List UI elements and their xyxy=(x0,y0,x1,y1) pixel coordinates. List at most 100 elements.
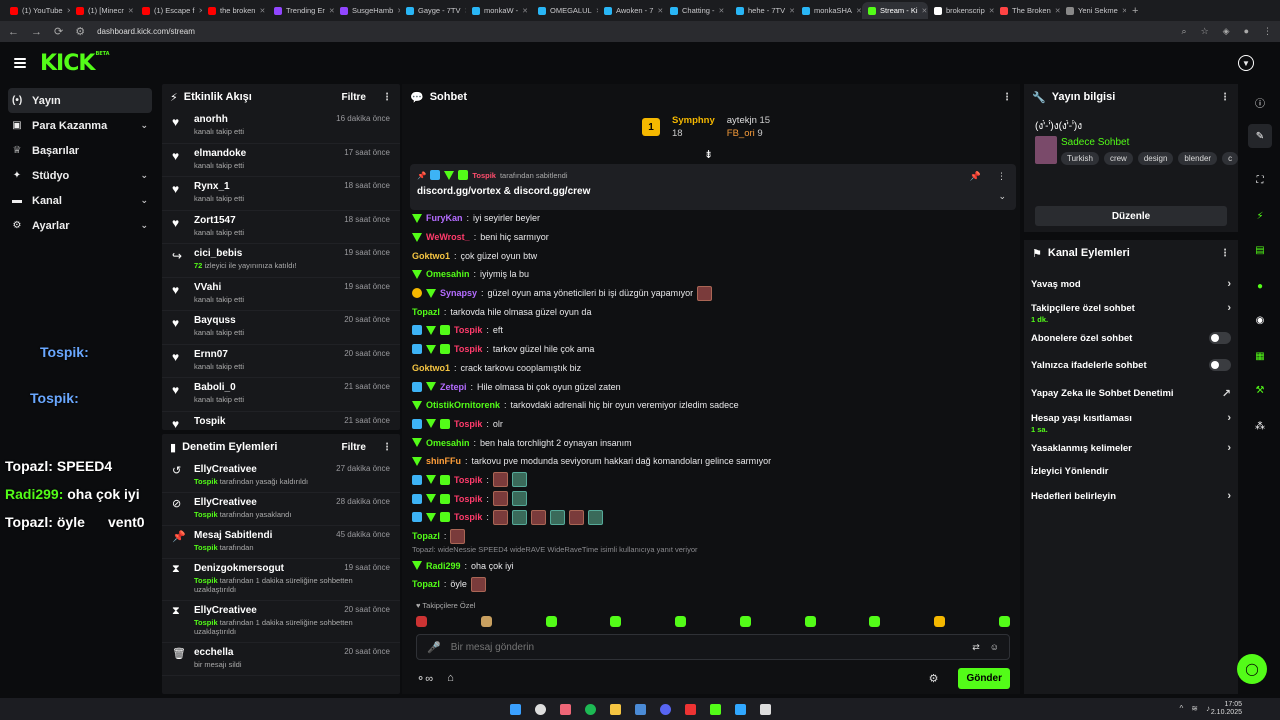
chat-message[interactable]: Tospik: xyxy=(412,489,1012,508)
chat-message[interactable]: Goktwo1: crack tarkovu cooplamıştık biz xyxy=(412,359,1012,378)
chat-message[interactable]: Synapsy: güzel oyun ama yöneticileri bi i… xyxy=(412,284,1012,303)
channel-actions-more-icon[interactable]: ⋮ xyxy=(1220,248,1230,259)
reload-icon[interactable]: ⟳ xyxy=(54,25,63,38)
moderation-target[interactable]: EllyCreativee xyxy=(194,605,257,616)
activity-username[interactable]: Zort1547 xyxy=(194,215,334,226)
activity-item[interactable]: ♥ Baboli_0 kanalı takip etti 21 saat önce xyxy=(162,378,400,412)
new-tab-icon[interactable]: + xyxy=(1132,5,1138,17)
chat-message[interactable]: Tospik: xyxy=(412,471,1012,490)
kick-k-icon[interactable]: ▼ xyxy=(1238,55,1254,71)
toggle-switch[interactable] xyxy=(1209,359,1231,371)
microphone-icon[interactable]: 🎤 xyxy=(427,641,441,654)
browser-tab[interactable]: Stream - Ki ✕ xyxy=(862,2,928,19)
profile-icon[interactable]: ● xyxy=(1244,26,1249,37)
moderation-target[interactable]: Mesaj Sabitlendi xyxy=(194,530,272,541)
stream-category[interactable]: Sadece Sohbet xyxy=(1061,137,1129,148)
channel-action[interactable]: Yavaş mod › xyxy=(1031,278,1231,290)
close-icon[interactable]: ✕ xyxy=(522,7,528,15)
chat-message[interactable]: Zetepi: Hile olmasa bi çok oyun güzel zat… xyxy=(412,377,1012,396)
moderation-filter-button[interactable]: Filtre xyxy=(342,442,366,453)
chat-message[interactable]: Tospik: eft xyxy=(412,321,1012,340)
quick-emote-icon[interactable] xyxy=(416,616,427,627)
extension-icon[interactable]: ◈ xyxy=(1223,26,1230,37)
moderation-actor[interactable]: Tospik xyxy=(194,543,218,552)
quick-emote-icon[interactable] xyxy=(610,616,622,627)
chat-username[interactable]: Tospik xyxy=(454,475,482,485)
moderation-more-icon[interactable]: ⋮ xyxy=(382,442,392,453)
app-icon[interactable] xyxy=(559,703,571,715)
kick-logo[interactable]: KICKBETA xyxy=(40,51,110,76)
chat-message[interactable]: Tospik: olr xyxy=(412,415,1012,434)
url-field[interactable]: dashboard.kick.com/stream xyxy=(97,27,195,36)
channel-action[interactable]: Hesap yaşı kısıtlaması 1 sa. › xyxy=(1031,412,1231,434)
channel-action[interactable]: İzleyici Yönlendir xyxy=(1031,466,1231,477)
close-icon[interactable]: ✕ xyxy=(719,7,725,15)
channel-action[interactable]: Hedefleri belirleyin › xyxy=(1031,490,1231,502)
channel-action[interactable]: Yapay Zeka ile Sohbet Denetimi ↗ xyxy=(1031,387,1231,400)
quick-emote-icon[interactable] xyxy=(998,616,1010,627)
browser-tab[interactable]: Yeni Sekme ✕ xyxy=(1060,2,1126,19)
start-icon[interactable] xyxy=(509,703,521,715)
hamburger-menu-icon[interactable] xyxy=(14,56,26,70)
activity-item[interactable]: ♥ Bayquss kanalı takip etti 20 saat önce xyxy=(162,311,400,345)
quick-emote-icon[interactable] xyxy=(739,616,751,627)
browser-tab[interactable]: brokenscrip ✕ xyxy=(928,2,994,19)
edit-button[interactable]: Düzenle xyxy=(1035,206,1227,226)
activity-item[interactable]: ♥ Zort1547 kanalı takip etti 18 saat önce xyxy=(162,211,400,244)
activity-item[interactable]: ♥ Ernn07 kanalı takip etti 20 saat önce xyxy=(162,345,400,378)
chat-username[interactable]: Goktwo1 xyxy=(412,251,450,261)
forward-icon[interactable]: → xyxy=(31,26,42,38)
chat-message[interactable]: OtistikOrnitorenk: tarkovdaki adrenali hi… xyxy=(412,396,1012,415)
discord-icon[interactable] xyxy=(659,703,671,715)
stream-tag[interactable]: blender xyxy=(1178,152,1218,165)
edit-pencil-icon[interactable]: ✎ xyxy=(1248,124,1272,148)
focus-icon[interactable]: ⛶ xyxy=(1248,168,1272,192)
tools-icon[interactable]: ⚒ xyxy=(1248,378,1272,402)
moderation-target[interactable]: Denizgokmersogut xyxy=(194,563,284,574)
browser-tab[interactable]: hehe - 7TV ✕ xyxy=(730,2,796,19)
browser-tab[interactable]: Chatting - ✕ xyxy=(664,2,730,19)
activity-username[interactable]: cici_bebis xyxy=(194,248,334,259)
folder-icon[interactable] xyxy=(609,703,621,715)
app-icon[interactable] xyxy=(634,703,646,715)
clock[interactable]: 17:05 2.10.2025 xyxy=(1211,701,1242,717)
info-icon[interactable]: ⓘ xyxy=(1248,90,1272,114)
chat-message[interactable]: Tospik: tarkov güzel hile çok ama xyxy=(412,340,1012,359)
browser-tab[interactable]: (1) YouTube ✕ xyxy=(4,2,70,19)
close-icon[interactable]: ✕ xyxy=(128,7,134,15)
volume-icon[interactable]: ♪ xyxy=(1206,704,1210,713)
back-icon[interactable]: ← xyxy=(8,26,19,38)
sidebar-item[interactable]: ♕ Başarılar xyxy=(8,138,152,163)
browser-tab[interactable]: (1) Escape f ✕ xyxy=(136,2,202,19)
moderation-actor[interactable]: Tospik xyxy=(194,477,218,486)
chat-input[interactable] xyxy=(450,641,963,653)
activity-item[interactable]: ♥ Rynx_1 kanalı takip etti 18 saat önce xyxy=(162,177,400,211)
chat-more-icon[interactable]: ⋮ xyxy=(1002,92,1012,103)
app-icon[interactable] xyxy=(709,703,721,715)
close-icon[interactable]: ✕ xyxy=(1122,7,1126,15)
browser-tab[interactable]: Awoken - 7 ✕ xyxy=(598,2,664,19)
close-icon[interactable]: ✕ xyxy=(657,7,663,15)
chat-message[interactable]: Topazl: xyxy=(412,527,1012,546)
activity-filter-button[interactable]: Filtre xyxy=(342,92,366,103)
moderation-item[interactable]: ↺ EllyCreativee 27 dakika önce Tospik taraf… xyxy=(162,460,400,493)
chat-message[interactable]: WeWrost_: beni hiç sarmıyor xyxy=(412,228,1012,247)
activity-username[interactable]: Bayquss xyxy=(194,315,334,326)
close-icon[interactable]: ✕ xyxy=(856,7,862,15)
stream-tag[interactable]: c xyxy=(1222,152,1239,165)
expand-chevron-icon[interactable]: ⌄ xyxy=(998,191,1006,202)
moderation-item[interactable]: ⊘ EllyCreativee 28 dakika önce Tospik taraf… xyxy=(162,493,400,526)
moderation-item[interactable]: 📌 Mesaj Sabitlendi 45 dakika önce Tospik ta… xyxy=(162,526,400,559)
activity-item[interactable]: ♥ elmandoke kanalı takip etti 17 saat önce xyxy=(162,144,400,177)
chevron-up-icon[interactable]: ^ xyxy=(1180,704,1184,713)
chat-message[interactable]: Omesahin: iyiymiş la bu xyxy=(412,265,1012,284)
unpin-icon[interactable]: 📌 xyxy=(970,171,981,182)
moderation-actor[interactable]: Tospik xyxy=(194,510,218,519)
chat-message[interactable]: Topazl: öyle xyxy=(412,575,1012,594)
broadcast-icon[interactable]: ◉ xyxy=(1248,308,1272,332)
sidebar-item[interactable]: ▣ Para Kazanma ⌄ xyxy=(8,113,152,138)
wifi-icon[interactable]: ≋ xyxy=(1191,704,1198,713)
activity-username[interactable]: Ernn07 xyxy=(194,349,334,360)
chat-username[interactable]: Goktwo1 xyxy=(412,363,450,373)
chat-username[interactable]: shinFFu xyxy=(426,456,461,466)
